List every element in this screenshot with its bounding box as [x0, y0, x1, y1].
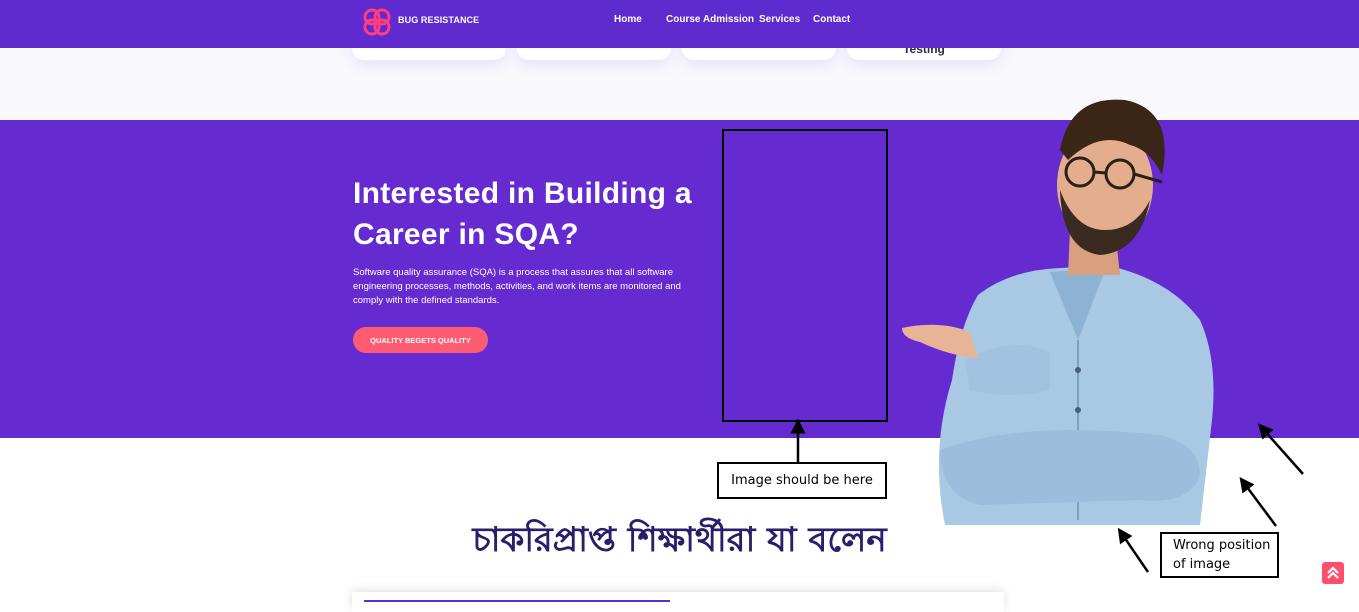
nav-link-services[interactable]: Services	[759, 14, 800, 25]
annotation-image-should-be-here: Image should be here	[717, 462, 887, 499]
scroll-to-top-button[interactable]	[1322, 562, 1344, 584]
testimonials-heading: চাকরিপ্রাপ্ত শিক্ষার্থীরা যা বলেন	[472, 520, 887, 560]
man-pointing-image	[902, 99, 1214, 525]
double-chevron-up-icon	[1327, 566, 1339, 579]
navbar: BUG RESISTANCE Home Course Admission Ser…	[0, 0, 1359, 48]
infinity-knot-logo-icon[interactable]	[360, 5, 394, 39]
hero-title: Interested in Building a Career in SQA?	[353, 177, 692, 251]
image-placeholder-frame	[722, 129, 888, 422]
quality-cta-button[interactable]: QUALITY BEGETS QUALITY	[353, 327, 488, 353]
nav-link-home[interactable]: Home	[614, 14, 642, 25]
testimonial-accent-bar	[364, 600, 670, 602]
brand-name[interactable]: BUG RESISTANCE	[398, 15, 479, 25]
hero-description: Software quality assurance (SQA) is a pr…	[353, 267, 681, 306]
testimonial-card	[352, 592, 1004, 612]
nav-link-course-admission[interactable]: Course Admission	[666, 14, 754, 25]
nav-link-contact[interactable]: Contact	[813, 14, 850, 25]
